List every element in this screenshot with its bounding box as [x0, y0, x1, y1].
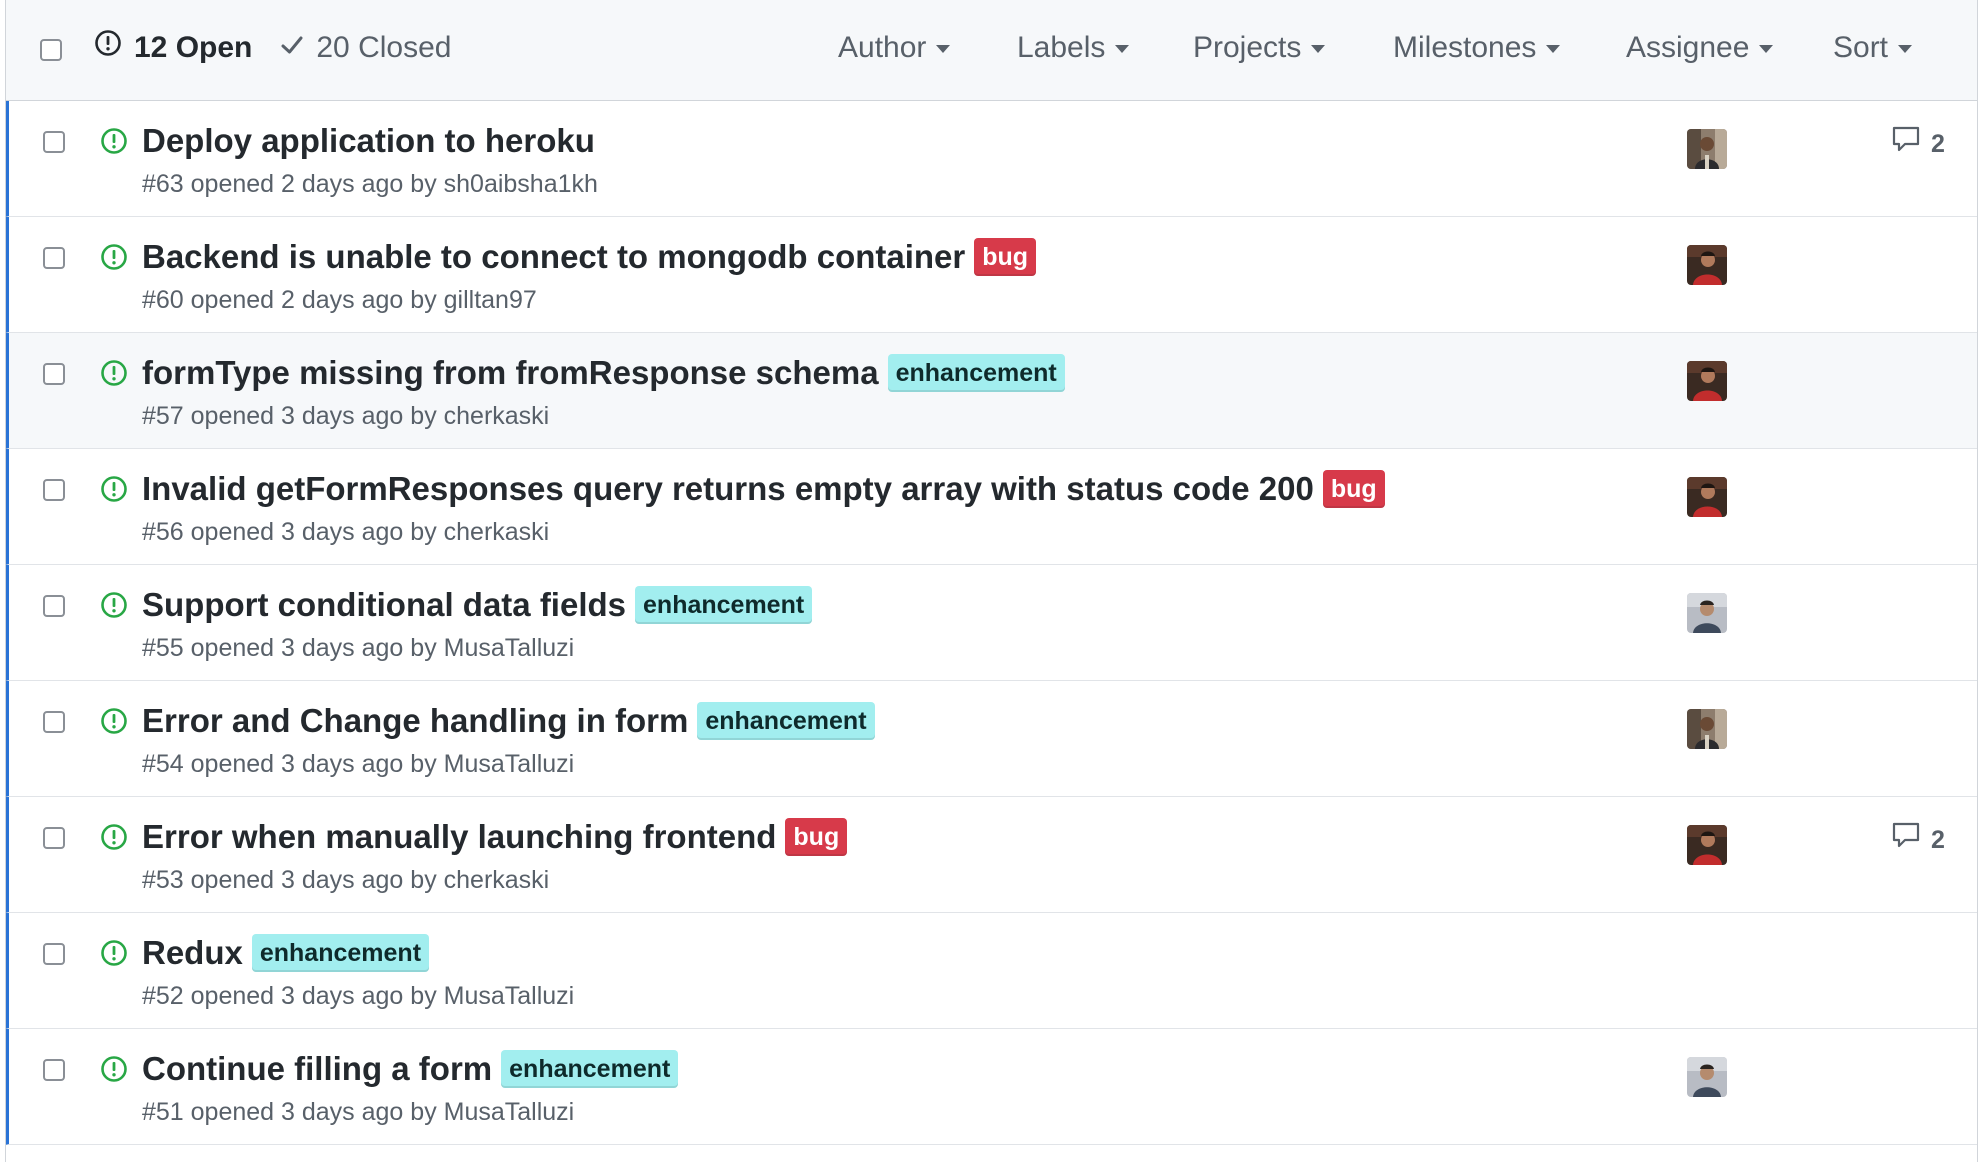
- filter-bar: Author Labels Projects Milestones Assign…: [6, 28, 1977, 68]
- author-filter-label: Author: [838, 31, 927, 64]
- issue-title-link[interactable]: Error when manually launching frontend: [142, 815, 776, 859]
- issue-meta: #60 opened 2 days ago by gilltan97: [142, 286, 537, 314]
- comments-link[interactable]: 2: [1891, 821, 1945, 858]
- issue-title-link[interactable]: Deploy application to heroku: [142, 119, 595, 163]
- issue-row: Backend is unable to connect to mongodb …: [6, 217, 1977, 333]
- assignee-avatar[interactable]: [1687, 245, 1727, 285]
- issue-title-line: Continue filling a form enhancement: [142, 1047, 679, 1091]
- issue-checkbox[interactable]: [43, 943, 65, 965]
- issue-meta: #54 opened 3 days ago by MusaTalluzi: [142, 750, 575, 778]
- issue-title-link[interactable]: Invalid getFormResponses query returns e…: [142, 467, 1314, 511]
- caret-down-icon: [1546, 45, 1561, 53]
- issue-row: Invalid getFormResponses query returns e…: [6, 449, 1977, 565]
- issue-row: Error when manually launching frontend b…: [6, 797, 1977, 913]
- issue-title-link[interactable]: formType missing from fromResponse schem…: [142, 351, 879, 395]
- issue-opened-icon: [100, 359, 128, 392]
- issue-row: Continue filling a form enhancement #51 …: [6, 1029, 1977, 1145]
- issue-title-line: Support conditional data fields enhancem…: [142, 583, 813, 627]
- issue-checkbox[interactable]: [43, 363, 65, 385]
- issue-meta: #52 opened 3 days ago by MusaTalluzi: [142, 982, 575, 1010]
- issue-title-link[interactable]: Redux: [142, 931, 243, 975]
- assignee-filter[interactable]: Assignee: [1626, 28, 1774, 68]
- issue-title-link[interactable]: Backend is unable to connect to mongodb …: [142, 235, 965, 279]
- labels-filter-label: Labels: [1017, 31, 1106, 64]
- comment-icon: [1891, 821, 1931, 858]
- assignee-avatar[interactable]: [1687, 825, 1727, 865]
- issue-title-link[interactable]: Error and Change handling in form: [142, 699, 688, 743]
- issue-opened-icon: [100, 127, 128, 160]
- issue-title-line: Backend is unable to connect to mongodb …: [142, 235, 1037, 279]
- issue-title-line: Error when manually launching frontend b…: [142, 815, 848, 859]
- issue-meta: #53 opened 3 days ago by cherkaski: [142, 866, 550, 894]
- issue-meta: #51 opened 3 days ago by MusaTalluzi: [142, 1098, 575, 1126]
- labels-filter[interactable]: Labels: [1017, 28, 1130, 68]
- issue-title-line: Invalid getFormResponses query returns e…: [142, 467, 1385, 511]
- issue-label[interactable]: bug: [785, 818, 848, 856]
- issue-opened-icon: [100, 475, 128, 508]
- caret-down-icon: [936, 45, 951, 53]
- caret-down-icon: [1311, 45, 1326, 53]
- issue-opened-icon: [100, 707, 128, 740]
- issue-label[interactable]: enhancement: [887, 354, 1065, 392]
- issue-title-line: formType missing from fromResponse schem…: [142, 351, 1065, 395]
- assignee-avatar[interactable]: [1687, 593, 1727, 633]
- issue-row: Support conditional data fields enhancem…: [6, 565, 1977, 681]
- sort-filter[interactable]: Sort: [1833, 28, 1913, 68]
- issue-checkbox[interactable]: [43, 711, 65, 733]
- issue-checkbox[interactable]: [43, 1059, 65, 1081]
- issue-opened-icon: [100, 823, 128, 856]
- issue-checkbox[interactable]: [43, 131, 65, 153]
- issue-label[interactable]: enhancement: [501, 1050, 679, 1088]
- issue-meta: #57 opened 3 days ago by cherkaski: [142, 402, 550, 430]
- issue-opened-icon: [100, 591, 128, 624]
- issue-title-line: Redux enhancement: [142, 931, 430, 975]
- issue-opened-icon: [100, 939, 128, 972]
- issue-checkbox[interactable]: [43, 827, 65, 849]
- issue-row: Redux enhancement #52 opened 3 days ago …: [6, 913, 1977, 1029]
- issues-list-box: 12 Open 20 Closed Author Labels Projects…: [5, 0, 1978, 1162]
- issue-label[interactable]: enhancement: [635, 586, 813, 624]
- issue-title-line: Error and Change handling in form enhanc…: [142, 699, 875, 743]
- caret-down-icon: [1759, 45, 1774, 53]
- issues-list: Deploy application to heroku #63 opened …: [6, 101, 1977, 1145]
- assignee-avatar[interactable]: [1687, 1057, 1727, 1097]
- assignee-avatar[interactable]: [1687, 129, 1727, 169]
- issue-row: formType missing from fromResponse schem…: [6, 333, 1977, 449]
- issue-meta: #63 opened 2 days ago by sh0aibsha1kh: [142, 170, 598, 198]
- issue-opened-icon: [100, 1055, 128, 1088]
- issue-label[interactable]: bug: [974, 238, 1037, 276]
- comments-link[interactable]: 2: [1891, 125, 1945, 162]
- issue-opened-icon: [100, 243, 128, 276]
- comment-icon: [1891, 125, 1931, 162]
- milestones-filter-label: Milestones: [1393, 31, 1537, 64]
- issue-title-link[interactable]: Continue filling a form: [142, 1047, 492, 1091]
- caret-down-icon: [1115, 45, 1130, 53]
- author-filter[interactable]: Author: [838, 28, 951, 68]
- issue-checkbox[interactable]: [43, 595, 65, 617]
- issues-list-header: 12 Open 20 Closed Author Labels Projects…: [6, 0, 1977, 101]
- issue-checkbox[interactable]: [43, 247, 65, 269]
- caret-down-icon: [1898, 45, 1913, 53]
- issue-row: Deploy application to heroku #63 opened …: [6, 101, 1977, 217]
- assignee-avatar[interactable]: [1687, 709, 1727, 749]
- comment-count: 2: [1931, 129, 1945, 158]
- issue-checkbox[interactable]: [43, 479, 65, 501]
- issue-meta: #56 opened 3 days ago by cherkaski: [142, 518, 550, 546]
- projects-filter-label: Projects: [1193, 31, 1302, 64]
- sort-filter-label: Sort: [1833, 31, 1889, 64]
- issue-row: Error and Change handling in form enhanc…: [6, 681, 1977, 797]
- issue-title-line: Deploy application to heroku: [142, 119, 595, 163]
- projects-filter[interactable]: Projects: [1193, 28, 1326, 68]
- issue-label[interactable]: bug: [1322, 470, 1385, 508]
- comment-count: 2: [1931, 825, 1945, 854]
- issue-title-link[interactable]: Support conditional data fields: [142, 583, 626, 627]
- issue-label[interactable]: enhancement: [251, 934, 430, 972]
- assignee-avatar[interactable]: [1687, 361, 1727, 401]
- assignee-filter-label: Assignee: [1626, 31, 1750, 64]
- issue-label[interactable]: enhancement: [697, 702, 875, 740]
- assignee-avatar[interactable]: [1687, 477, 1727, 517]
- issue-meta: #55 opened 3 days ago by MusaTalluzi: [142, 634, 575, 662]
- milestones-filter[interactable]: Milestones: [1393, 28, 1561, 68]
